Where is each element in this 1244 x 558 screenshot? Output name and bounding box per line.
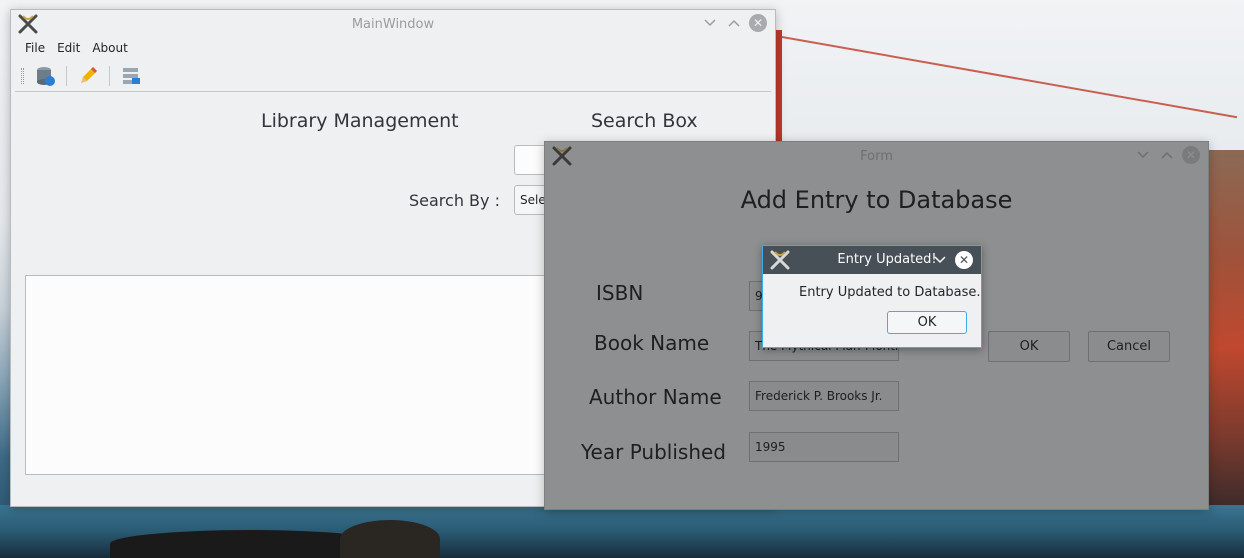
window-title: Form [860,149,893,164]
main-window-titlebar[interactable]: MainWindow ✕ [11,10,775,38]
form-window-titlebar[interactable]: Form ✕ [545,142,1208,170]
menu-edit[interactable]: Edit [51,38,86,58]
isbn-label: ISBN [596,281,644,305]
dialog-titlebar[interactable]: Entry Updated! ✕ [763,246,981,274]
maximize-icon[interactable] [725,14,743,32]
list-icon[interactable] [118,63,144,89]
minimize-icon[interactable] [1134,146,1152,164]
window-title: MainWindow [351,17,435,32]
chevron-down-icon[interactable] [931,251,949,269]
author-name-label: Author Name [589,385,722,409]
dialog-ok-button[interactable]: OK [887,311,967,334]
menubar: File Edit About [11,38,134,58]
toolbar-grip[interactable] [21,67,24,84]
search-box-title: Search Box [591,110,698,132]
database-icon[interactable] [32,63,58,89]
close-icon[interactable]: ✕ [955,251,973,269]
page-title: Library Management [261,110,459,132]
year-published-field[interactable]: 1995 [749,432,899,462]
wallpaper-rock [340,520,440,558]
x-app-icon[interactable] [769,249,791,271]
ok-button[interactable]: OK [988,331,1070,362]
menu-file[interactable]: File [19,38,51,58]
results-list[interactable] [25,275,555,475]
pencil-icon[interactable] [75,63,101,89]
minimize-icon[interactable] [701,14,719,32]
book-name-label: Book Name [594,331,710,355]
menu-about[interactable]: About [86,38,133,58]
author-name-field[interactable]: Frederick P. Brooks Jr. [749,381,899,411]
cancel-button[interactable]: Cancel [1088,331,1170,362]
entry-updated-dialog[interactable]: Entry Updated! ✕ Entry Updated to Databa… [762,245,982,348]
toolbar-separator [109,65,110,86]
year-published-label: Year Published [581,440,726,464]
dialog-message: Entry Updated to Database. [799,285,981,300]
toolbar-separator [66,65,67,86]
search-by-label: Search By : [409,191,500,210]
form-heading: Add Entry to Database [740,186,1013,214]
close-icon[interactable]: ✕ [749,14,767,32]
wallpaper-bridge [776,30,1244,150]
maximize-icon[interactable] [1158,146,1176,164]
toolbar [15,60,771,92]
close-icon[interactable]: ✕ [1182,146,1200,164]
